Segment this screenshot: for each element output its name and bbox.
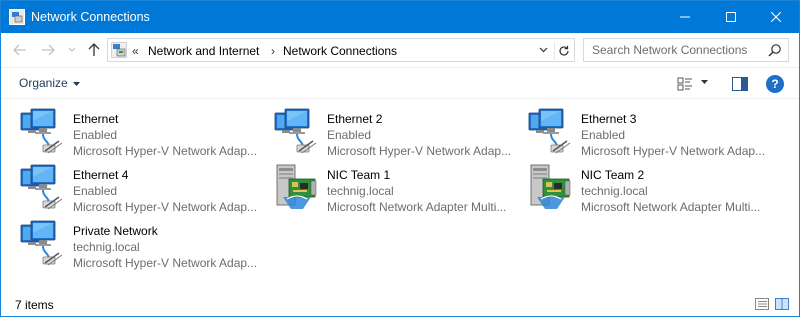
breadcrumb-network-connections[interactable]: Network Connections: [283, 44, 397, 58]
close-icon: [771, 12, 781, 22]
connection-item[interactable]: Ethernet 2 Enabled Microsoft Hyper-V Netwo…: [273, 105, 523, 159]
back-button[interactable]: [11, 41, 29, 59]
connection-device: Microsoft Network Adapter Multi...: [581, 200, 761, 214]
status-bar: 7 items: [1, 293, 799, 316]
minimize-button[interactable]: [662, 1, 708, 33]
connection-name: NIC Team 2: [581, 168, 645, 182]
connection-status: Enabled: [73, 128, 118, 142]
connection-name: NIC Team 1: [327, 168, 391, 182]
organize-label: Organize: [19, 76, 68, 90]
connection-item[interactable]: Ethernet 4 Enabled Microsoft Hyper-V Netwo…: [19, 161, 269, 215]
connection-name: Ethernet 3: [581, 112, 637, 126]
help-button[interactable]: ?: [766, 75, 784, 93]
title-bar[interactable]: Network Connections: [1, 1, 799, 33]
breadcrumb-separator[interactable]: ›: [271, 44, 275, 58]
connection-device: Microsoft Hyper-V Network Adap...: [581, 144, 766, 158]
window-title: Network Connections: [31, 10, 150, 24]
connection-device: Microsoft Hyper-V Network Adap...: [73, 144, 258, 158]
search-input[interactable]: [584, 39, 764, 61]
chevron-down-icon: [539, 47, 547, 53]
connection-status: technig.local: [73, 240, 140, 254]
search-box[interactable]: [583, 38, 789, 62]
arrow-up-icon: [88, 43, 100, 56]
ethernet-adapter-icon: [273, 107, 321, 155]
arrow-right-icon: [42, 44, 55, 56]
connection-item[interactable]: Ethernet 3 Enabled Microsoft Hyper-V Netwo…: [527, 105, 777, 159]
close-button[interactable]: [753, 1, 799, 33]
recent-locations-button[interactable]: [63, 41, 81, 59]
network-connections-icon: [111, 42, 127, 58]
connection-name: Ethernet 2: [327, 112, 383, 126]
ethernet-adapter-icon: [527, 107, 575, 155]
view-options-caret-icon[interactable]: [701, 80, 708, 84]
maximize-icon: [726, 12, 736, 22]
breadcrumb-network-and-internet[interactable]: Network and Internet: [148, 44, 259, 58]
preview-pane-icon[interactable]: [732, 77, 748, 91]
connection-item[interactable]: Private Network technig.local Microsoft Hy…: [19, 217, 269, 271]
connection-name: Ethernet: [73, 112, 119, 126]
ethernet-adapter-icon: [19, 163, 67, 211]
navigation-bar: « Network and Internet › Network Connect…: [1, 33, 799, 67]
explorer-window: Network Connections « Network and Intern…: [0, 0, 800, 317]
connection-item[interactable]: Ethernet Enabled Microsoft Hyper-V Network…: [19, 105, 269, 159]
network-connections-icon: [9, 9, 25, 25]
arrow-left-icon: [13, 44, 26, 56]
connection-name: Ethernet 4: [73, 168, 129, 182]
connection-device: Microsoft Network Adapter Multi...: [327, 200, 507, 214]
address-bar[interactable]: « Network and Internet › Network Connect…: [107, 38, 575, 62]
ethernet-adapter-icon: [19, 219, 67, 267]
up-button[interactable]: [85, 41, 103, 59]
forward-button[interactable]: [39, 41, 57, 59]
connection-device: Microsoft Hyper-V Network Adap...: [73, 256, 258, 270]
refresh-icon: [558, 45, 569, 56]
breadcrumb-overflow[interactable]: «: [132, 44, 139, 58]
connection-status: Enabled: [73, 184, 118, 198]
organize-menu-button[interactable]: Organize: [19, 76, 80, 90]
caret-down-icon: [72, 81, 80, 86]
connection-status: technig.local: [327, 184, 394, 198]
connection-status: Enabled: [581, 128, 626, 142]
nic-team-icon: [273, 163, 321, 211]
search-icon[interactable]: [768, 43, 782, 57]
large-icons-view-icon[interactable]: [775, 297, 789, 311]
connection-device: Microsoft Hyper-V Network Adap...: [73, 200, 258, 214]
address-history-button[interactable]: [536, 43, 550, 57]
chevron-down-icon: [68, 47, 76, 52]
connection-status: Enabled: [327, 128, 372, 142]
connections-view: Ethernet Enabled Microsoft Hyper-V Network…: [1, 100, 799, 290]
nic-team-icon: [527, 163, 575, 211]
item-count: 7 items: [15, 298, 54, 312]
details-view-icon[interactable]: [755, 297, 769, 311]
minimize-icon: [680, 16, 690, 18]
connection-item[interactable]: NIC Team 1 technig.local Microsoft Network…: [273, 161, 523, 215]
connection-status: technig.local: [581, 184, 648, 198]
maximize-button[interactable]: [708, 1, 754, 33]
connection-name: Private Network: [73, 224, 158, 238]
connection-device: Microsoft Hyper-V Network Adap...: [327, 144, 512, 158]
connection-item[interactable]: NIC Team 2 technig.local Microsoft Network…: [527, 161, 777, 215]
change-view-icon[interactable]: [677, 76, 693, 92]
refresh-button[interactable]: [554, 42, 572, 60]
command-bar: Organize ?: [1, 67, 799, 99]
ethernet-adapter-icon: [19, 107, 67, 155]
